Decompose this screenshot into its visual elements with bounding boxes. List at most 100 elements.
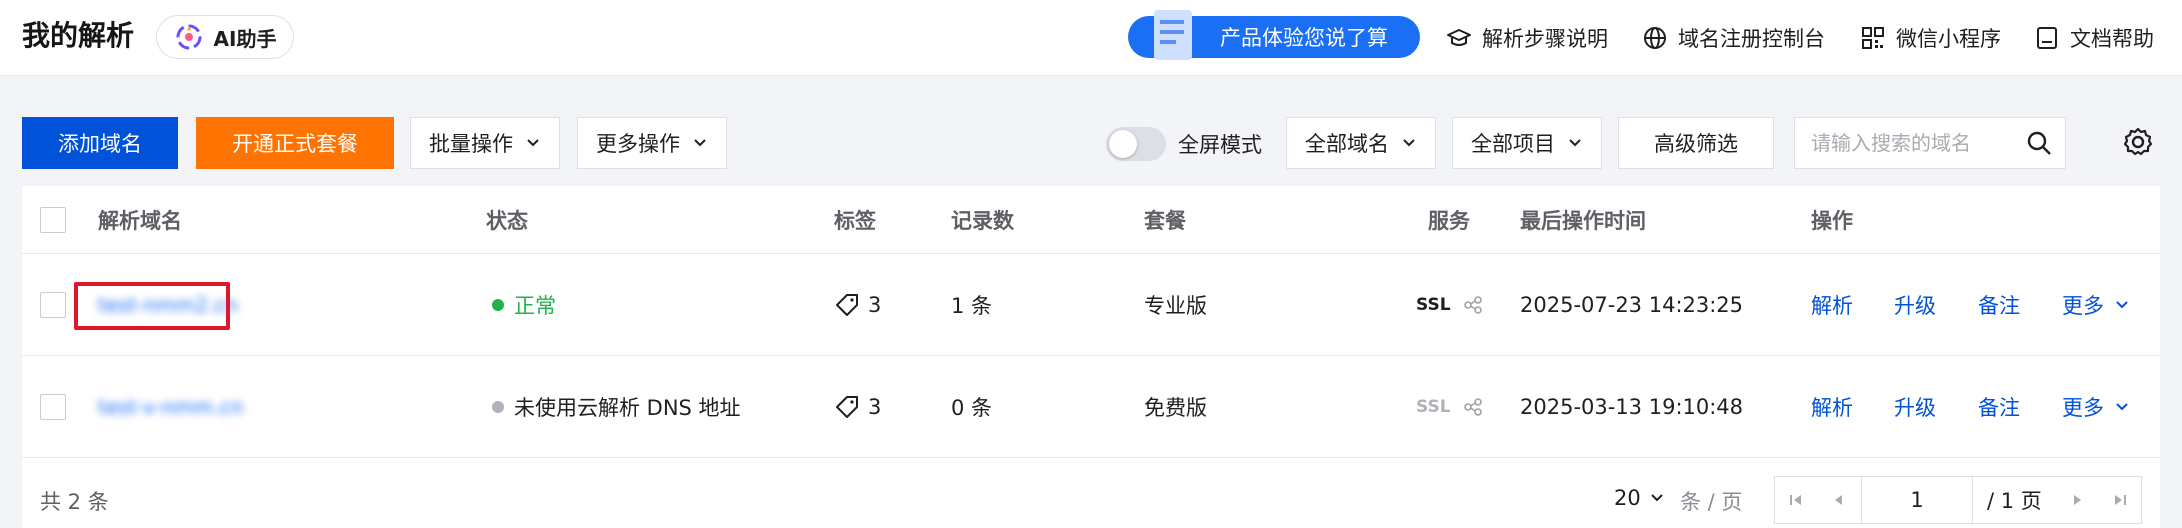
page-size-unit: 条 / 页 — [1680, 490, 1743, 514]
page-size-value: 20 — [1614, 486, 1641, 510]
first-page-button[interactable] — [1775, 477, 1817, 523]
add-domain-button[interactable]: 添加域名 — [22, 117, 178, 169]
row-select-cell — [40, 356, 66, 457]
chevron-down-icon — [1569, 139, 1581, 147]
first-page-icon — [1790, 495, 1801, 505]
top-link-domain-console[interactable]: 域名注册控制台 — [1642, 22, 1825, 54]
column-header-service[interactable]: 服务 — [1428, 186, 1470, 253]
column-header-plan[interactable]: 套餐 — [1144, 186, 1186, 253]
open-package-button[interactable]: 开通正式套餐 — [196, 117, 394, 169]
tag-icon — [836, 395, 858, 418]
status-dot-icon — [492, 400, 504, 413]
qr-code-icon — [1862, 27, 1884, 49]
row-checkbox[interactable] — [40, 291, 66, 318]
document-icon — [2037, 27, 2057, 49]
page-title: 我的解析 — [22, 19, 135, 52]
next-page-icon — [2074, 495, 2081, 505]
all-domains-label: 全部域名 — [1305, 132, 1389, 156]
table-row: test-nmm2.cn 正常 3 1 条 专业版 SSL 2025-07-23… — [22, 254, 2160, 356]
service-cell: SSL — [1416, 254, 1483, 355]
tag-cell[interactable]: 3 — [834, 254, 881, 355]
last-page-button[interactable] — [2099, 477, 2141, 523]
search-icon[interactable] — [2025, 129, 2053, 157]
domain-link[interactable]: test-v-nmm.cn — [98, 395, 243, 419]
chevron-down-icon — [2116, 300, 2128, 308]
all-projects-label: 全部项目 — [1471, 132, 1555, 156]
advanced-filter-button[interactable]: 高级筛选 — [1618, 117, 1774, 169]
last-modified-cell: 2025-03-13 19:10:48 — [1520, 394, 1744, 419]
link-nodes-icon[interactable] — [1463, 295, 1483, 315]
gear-icon[interactable] — [2122, 126, 2154, 158]
ai-assistant-label: AI助手 — [213, 26, 277, 51]
status-cell: 未使用云解析 DNS 地址 — [492, 356, 741, 457]
fullscreen-label: 全屏模式 — [1178, 133, 1262, 157]
column-header-domain[interactable]: 解析域名 — [98, 186, 182, 253]
prev-page-button[interactable] — [1817, 477, 1859, 523]
top-link-mini-program-label: 微信小程序 — [1896, 27, 2001, 51]
chevron-down-icon — [527, 139, 539, 147]
fullscreen-toggle[interactable] — [1106, 127, 1166, 161]
chevron-down-icon — [1403, 139, 1415, 147]
row-select-cell — [40, 254, 66, 355]
column-header-status[interactable]: 状态 — [486, 186, 528, 253]
more-ops-dropdown[interactable]: 更多操作 — [577, 117, 727, 169]
top-link-docs-label: 文档帮助 — [2070, 27, 2154, 51]
last-page-icon — [2115, 495, 2126, 505]
all-domains-dropdown[interactable]: 全部域名 — [1286, 117, 1436, 169]
upgrade-link[interactable]: 升级 — [1894, 356, 1936, 457]
tag-icon — [836, 293, 858, 316]
service-cell: SSL — [1416, 356, 1483, 457]
total-pages: / 1 页 — [1987, 489, 2042, 513]
next-page-button[interactable] — [2057, 477, 2099, 523]
page-number-input[interactable] — [1861, 477, 1973, 523]
pagination: / 1 页 — [1774, 476, 2142, 524]
prev-page-icon — [1835, 495, 1842, 505]
ai-assistant-button[interactable]: AI助手 — [156, 15, 294, 59]
column-header-last-modified[interactable]: 最后操作时间 — [1520, 186, 1646, 253]
batch-ops-dropdown[interactable]: 批量操作 — [410, 117, 560, 169]
last-modified-cell: 2025-07-23 14:23:25 — [1520, 292, 1744, 317]
fullscreen-toggle-group: 全屏模式 — [1106, 124, 1262, 164]
top-link-mini-program[interactable]: 微信小程序 — [1860, 22, 2001, 54]
top-link-guide[interactable]: 解析步骤说明 — [1446, 22, 1608, 54]
all-projects-dropdown[interactable]: 全部项目 — [1452, 117, 1602, 169]
status-cell: 正常 — [492, 254, 556, 355]
column-header-records[interactable]: 记录数 — [951, 186, 1014, 253]
row-checkbox[interactable] — [40, 393, 66, 420]
table-row: test-v-nmm.cn 未使用云解析 DNS 地址 3 0 条 免费版 SS… — [22, 356, 2160, 458]
upgrade-link[interactable]: 升级 — [1894, 254, 1936, 355]
link-nodes-icon[interactable] — [1463, 397, 1483, 417]
top-link-domain-console-label: 域名注册控制台 — [1678, 27, 1825, 51]
column-header-actions: 操作 — [1811, 208, 1853, 233]
status-text: 正常 — [514, 293, 556, 318]
page-size-select[interactable]: 20 — [1614, 482, 1665, 514]
more-label: 更多 — [2062, 293, 2104, 318]
column-header-tags[interactable]: 标签 — [834, 186, 876, 253]
resolve-link[interactable]: 解析 — [1811, 356, 1853, 457]
batch-ops-label: 批量操作 — [429, 132, 513, 156]
status-dot-icon — [492, 298, 504, 311]
resolve-link[interactable]: 解析 — [1811, 254, 1853, 355]
more-ops-label: 更多操作 — [596, 132, 680, 156]
more-dropdown[interactable]: 更多 — [2062, 254, 2130, 355]
feedback-document-icon — [1154, 10, 1192, 60]
ssl-badge[interactable]: SSL — [1416, 295, 1451, 315]
chevron-down-icon — [1651, 494, 1663, 502]
graduation-cap-icon — [1447, 29, 1471, 46]
chevron-down-icon — [694, 139, 706, 147]
select-all-cell — [40, 186, 66, 253]
search-box — [1794, 117, 2066, 169]
plan-cell: 专业版 — [1144, 293, 1207, 318]
top-header: 我的解析 AI助手 产品体验您说了算 解析步骤说明 域名注册控制台 微信小程序 … — [0, 0, 2182, 76]
ssl-badge[interactable]: SSL — [1416, 397, 1451, 417]
feedback-banner[interactable]: 产品体验您说了算 — [1128, 10, 1420, 60]
search-input[interactable] — [1795, 131, 2015, 155]
tag-count: 3 — [868, 394, 882, 419]
remark-link[interactable]: 备注 — [1978, 356, 2020, 457]
tag-cell[interactable]: 3 — [834, 356, 881, 457]
select-all-checkbox[interactable] — [40, 206, 66, 233]
top-link-docs[interactable]: 文档帮助 — [2034, 22, 2154, 54]
ai-sparkle-icon — [176, 24, 202, 50]
more-dropdown[interactable]: 更多 — [2062, 356, 2130, 457]
remark-link[interactable]: 备注 — [1978, 254, 2020, 355]
